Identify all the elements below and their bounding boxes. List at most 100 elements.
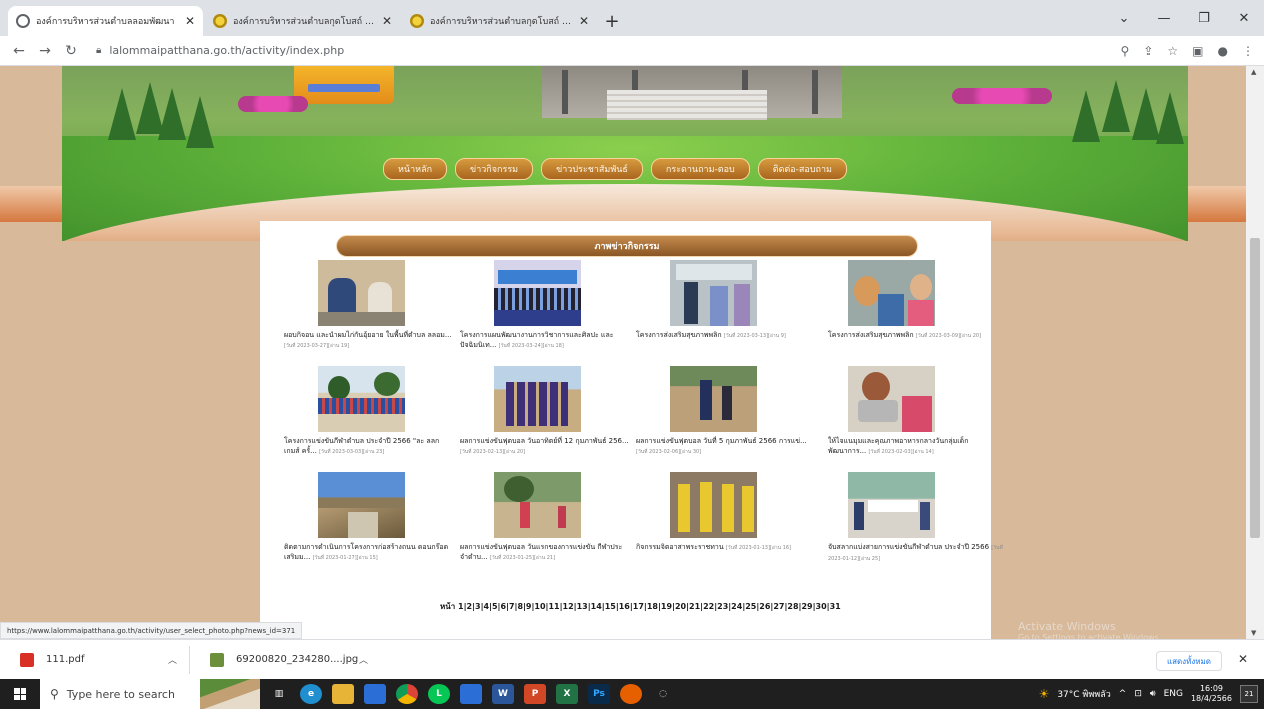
chevron-up-icon[interactable]: ︿ bbox=[168, 653, 177, 666]
windows-logo-icon bbox=[14, 688, 26, 700]
search-highlight-image[interactable] bbox=[200, 679, 260, 709]
activity-photo[interactable] bbox=[670, 366, 757, 432]
activity-meta: [วันที่ 2023-03-09][อ่าน 20] bbox=[915, 333, 982, 339]
task-view-icon[interactable]: ▥ bbox=[268, 684, 290, 704]
close-icon[interactable]: ✕ bbox=[1238, 652, 1248, 666]
minimize-icon[interactable]: — bbox=[1144, 0, 1184, 36]
clock[interactable]: 16:09 18/4/2566 bbox=[1191, 684, 1232, 704]
weather-text[interactable]: 37°C พิพพลัว bbox=[1057, 687, 1110, 701]
decor-swoosh-left bbox=[0, 186, 64, 222]
file-explorer-icon[interactable] bbox=[332, 684, 354, 704]
section-title: ภาพข่าวกิจกรรม bbox=[336, 235, 918, 257]
download-filename: 69200820_234280....jpg bbox=[236, 654, 359, 665]
line-icon[interactable]: L bbox=[428, 684, 450, 704]
forward-icon[interactable]: → bbox=[32, 38, 58, 64]
scroll-up-icon[interactable]: ▲ bbox=[1251, 68, 1256, 76]
menu-announcements[interactable]: ข่าวประชาสัมพันธ์ bbox=[541, 158, 643, 180]
show-all-button[interactable]: แสดงทั้งหมด bbox=[1155, 651, 1222, 671]
activity-photo[interactable] bbox=[318, 472, 405, 538]
powerpoint-icon[interactable]: P bbox=[524, 684, 546, 704]
back-icon[interactable]: ← bbox=[6, 38, 32, 64]
banner-stairs bbox=[607, 90, 767, 120]
photoshop-icon[interactable]: Ps bbox=[588, 684, 610, 704]
activity-title-link[interactable]: ผลการแข่งขันฟุตบอล วันอาทิตย์ที่ 12 กุมภ… bbox=[460, 437, 629, 445]
reload-icon[interactable]: ↻ bbox=[58, 38, 84, 64]
new-tab-button[interactable]: + bbox=[599, 6, 625, 36]
edge-icon[interactable]: e bbox=[300, 684, 322, 704]
store-icon[interactable] bbox=[364, 684, 386, 704]
activity-photo[interactable] bbox=[670, 472, 757, 538]
menu-activity-news[interactable]: ข่าวกิจกรรม bbox=[455, 158, 534, 180]
activity-photo[interactable] bbox=[848, 472, 935, 538]
bookmark-star-icon[interactable]: ☆ bbox=[1167, 44, 1178, 58]
window-controls: ⌄ — ❐ ✕ bbox=[1104, 0, 1264, 36]
activity-photo[interactable] bbox=[494, 366, 581, 432]
network-icon[interactable]: ⊡ bbox=[1134, 689, 1142, 699]
language-indicator[interactable]: ENG bbox=[1164, 689, 1183, 699]
scroll-down-icon[interactable]: ▼ bbox=[1251, 629, 1256, 637]
status-url-tooltip: https://www.lalommaipatthana.go.th/activ… bbox=[0, 622, 303, 639]
image-file-icon bbox=[210, 652, 224, 667]
chrome-icon[interactable] bbox=[396, 684, 418, 704]
close-icon[interactable]: ✕ bbox=[382, 14, 392, 28]
pagination[interactable]: หน้า 1|2|3|4|5|6|7|8|9|10|11|12|13|14|15… bbox=[440, 600, 841, 613]
close-window-icon[interactable]: ✕ bbox=[1224, 0, 1264, 36]
page-scrollbar[interactable]: ▲ ▼ bbox=[1246, 66, 1264, 639]
taskbar-search[interactable]: ⚲ Type here to search bbox=[40, 679, 200, 709]
tray-chevron-icon[interactable]: ^ bbox=[1119, 689, 1127, 699]
activity-photo[interactable] bbox=[848, 366, 935, 432]
restore-icon[interactable]: ❐ bbox=[1184, 0, 1224, 36]
activity-photo[interactable] bbox=[494, 260, 581, 326]
share-icon[interactable]: ⇪ bbox=[1143, 44, 1153, 58]
close-icon[interactable]: ✕ bbox=[579, 14, 589, 28]
menu-home[interactable]: หน้าหลัก bbox=[383, 158, 448, 180]
content-panel: ภาพข่าวกิจกรรม ผอบกิจอน และนำผมไก่กันอุ้… bbox=[260, 221, 1003, 639]
word-icon[interactable]: W bbox=[492, 684, 514, 704]
activity-photo[interactable] bbox=[318, 260, 405, 326]
address-bar: ← → ↻ 🔒︎ lalommaipatthana.go.th/activity… bbox=[0, 36, 1264, 66]
globe-icon bbox=[16, 14, 30, 28]
activity-photo[interactable] bbox=[494, 472, 581, 538]
excel-icon[interactable]: X bbox=[556, 684, 578, 704]
zoom-icon[interactable]: ⚲ bbox=[1121, 44, 1130, 58]
activity-title-link[interactable]: จับสลากแบ่งสายการแข่งขันกีฬาตำบล ประจำปี… bbox=[828, 543, 989, 551]
seal-icon bbox=[410, 14, 424, 28]
tab-search-icon[interactable]: ⌄ bbox=[1104, 0, 1144, 36]
system-tray: ☀ 37°C พิพพลัว ^ ⊡ 🔊︎ ENG 16:09 18/4/256… bbox=[1039, 679, 1258, 709]
activity-title-link[interactable]: ผอบกิจอน และนำผมไก่กันอุ้ยอาย ในพื้นที่ต… bbox=[284, 331, 452, 339]
menu-kebab-icon[interactable]: ⋮ bbox=[1242, 44, 1254, 58]
firefox-icon[interactable] bbox=[620, 684, 642, 704]
activity-title-link[interactable]: โครงการส่งเสริมสุขภาพพลิก bbox=[636, 331, 722, 339]
browser-tab-2[interactable]: องค์การบริหารส่วนตำบลกุดโบสถ์ องค์การ ✕ bbox=[205, 6, 400, 36]
url-field[interactable]: 🔒︎ lalommaipatthana.go.th/activity/index… bbox=[90, 39, 1090, 63]
menu-qa-board[interactable]: กระดานถาม-ตอบ bbox=[650, 158, 750, 180]
browser-tab-1[interactable]: องค์การบริหารส่วนตำบลลอมพัฒนา ✕ bbox=[8, 6, 203, 36]
start-button[interactable] bbox=[0, 679, 40, 709]
menu-contact[interactable]: ติดต่อ-สอบถาม bbox=[757, 158, 847, 180]
activity-photo[interactable] bbox=[318, 366, 405, 432]
side-panel-icon[interactable]: ▣ bbox=[1192, 44, 1203, 58]
chevron-up-icon[interactable]: ︿ bbox=[359, 653, 368, 666]
notification-icon[interactable]: 21 bbox=[1240, 685, 1258, 703]
download-item[interactable]: 69200820_234280....jpg ︿ bbox=[190, 652, 380, 667]
lock-icon[interactable]: 🔒︎ bbox=[96, 45, 101, 56]
page-viewport: หน้าหลัก ข่าวกิจกรรม ข่าวประชาสัมพันธ์ ก… bbox=[0, 66, 1264, 639]
browser-tab-3[interactable]: องค์การบริหารส่วนตำบลกุดโบสถ์ องค์การ ✕ bbox=[402, 6, 597, 36]
activity-meta: [วันที่ 2023-02-03][อ่าน 14] bbox=[868, 449, 934, 455]
pdf-icon bbox=[20, 652, 34, 667]
activate-title: Activate Windows bbox=[1018, 620, 1116, 633]
activity-title-link[interactable]: ผลการแข่งขันฟุตบอล วันที่ 5 กุมภาพันธ์ 2… bbox=[636, 437, 807, 445]
download-item[interactable]: 111.pdf ︿ bbox=[0, 645, 190, 674]
activity-photo[interactable] bbox=[670, 260, 757, 326]
pinned-apps: ▥ e L W P X Ps ◌ bbox=[268, 684, 674, 704]
weather-icon[interactable]: ☀ bbox=[1039, 687, 1050, 701]
calculator-icon[interactable] bbox=[460, 684, 482, 704]
scrollbar-thumb[interactable] bbox=[1250, 238, 1260, 538]
volume-icon[interactable]: 🔊︎ bbox=[1150, 689, 1156, 699]
activity-title-link[interactable]: กิจกรรมจิตอาสาพระราชทาน bbox=[636, 543, 724, 551]
paint-icon[interactable]: ◌ bbox=[652, 684, 674, 704]
close-icon[interactable]: ✕ bbox=[185, 14, 195, 28]
activity-title-link[interactable]: โครงการส่งเสริมสุขภาพพลิก bbox=[828, 331, 914, 339]
activity-photo[interactable] bbox=[848, 260, 935, 326]
profile-icon[interactable]: ● bbox=[1218, 44, 1228, 58]
